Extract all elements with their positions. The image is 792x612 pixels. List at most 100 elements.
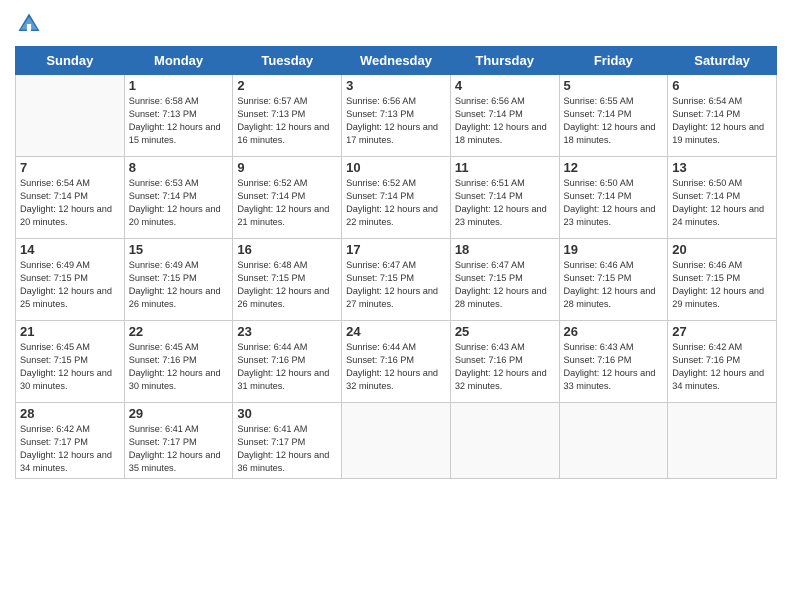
daylight-label: Daylight: 12 hours and 18 minutes.: [564, 122, 656, 145]
sunset-label: Sunset: 7:15 PM: [129, 273, 197, 283]
cell-info: Sunrise: 6:52 AM Sunset: 7:14 PM Dayligh…: [237, 177, 337, 229]
calendar-cell: 11 Sunrise: 6:51 AM Sunset: 7:14 PM Dayl…: [450, 157, 559, 239]
sunrise-label: Sunrise: 6:50 AM: [564, 178, 634, 188]
calendar-cell: 28 Sunrise: 6:42 AM Sunset: 7:17 PM Dayl…: [16, 403, 125, 479]
daylight-label: Daylight: 12 hours and 17 minutes.: [346, 122, 438, 145]
sunrise-label: Sunrise: 6:56 AM: [455, 96, 525, 106]
sunrise-label: Sunrise: 6:52 AM: [237, 178, 307, 188]
sunrise-label: Sunrise: 6:41 AM: [237, 424, 307, 434]
cell-info: Sunrise: 6:56 AM Sunset: 7:14 PM Dayligh…: [455, 95, 555, 147]
day-header-friday: Friday: [559, 47, 668, 75]
sunrise-label: Sunrise: 6:54 AM: [20, 178, 90, 188]
sunset-label: Sunset: 7:16 PM: [455, 355, 523, 365]
cell-info: Sunrise: 6:48 AM Sunset: 7:15 PM Dayligh…: [237, 259, 337, 311]
sunset-label: Sunset: 7:14 PM: [455, 109, 523, 119]
calendar-cell: 19 Sunrise: 6:46 AM Sunset: 7:15 PM Dayl…: [559, 239, 668, 321]
calendar-cell: 18 Sunrise: 6:47 AM Sunset: 7:15 PM Dayl…: [450, 239, 559, 321]
date-number: 27: [672, 324, 772, 339]
cell-info: Sunrise: 6:42 AM Sunset: 7:17 PM Dayligh…: [20, 423, 120, 475]
week-row-4: 21 Sunrise: 6:45 AM Sunset: 7:15 PM Dayl…: [16, 321, 777, 403]
sunrise-label: Sunrise: 6:44 AM: [237, 342, 307, 352]
sunset-label: Sunset: 7:15 PM: [237, 273, 305, 283]
cell-info: Sunrise: 6:41 AM Sunset: 7:17 PM Dayligh…: [129, 423, 229, 475]
date-number: 28: [20, 406, 120, 421]
calendar-cell: [16, 75, 125, 157]
daylight-label: Daylight: 12 hours and 28 minutes.: [564, 286, 656, 309]
sunset-label: Sunset: 7:14 PM: [672, 191, 740, 201]
cell-info: Sunrise: 6:43 AM Sunset: 7:16 PM Dayligh…: [564, 341, 664, 393]
sunset-label: Sunset: 7:13 PM: [129, 109, 197, 119]
sunrise-label: Sunrise: 6:56 AM: [346, 96, 416, 106]
calendar-cell: 6 Sunrise: 6:54 AM Sunset: 7:14 PM Dayli…: [668, 75, 777, 157]
sunrise-label: Sunrise: 6:57 AM: [237, 96, 307, 106]
daylight-label: Daylight: 12 hours and 24 minutes.: [672, 204, 764, 227]
sunrise-label: Sunrise: 6:52 AM: [346, 178, 416, 188]
sunrise-label: Sunrise: 6:46 AM: [564, 260, 634, 270]
date-number: 15: [129, 242, 229, 257]
cell-info: Sunrise: 6:49 AM Sunset: 7:15 PM Dayligh…: [20, 259, 120, 311]
daylight-label: Daylight: 12 hours and 30 minutes.: [129, 368, 221, 391]
daylight-label: Daylight: 12 hours and 22 minutes.: [346, 204, 438, 227]
sunset-label: Sunset: 7:14 PM: [129, 191, 197, 201]
date-number: 17: [346, 242, 446, 257]
sunrise-label: Sunrise: 6:55 AM: [564, 96, 634, 106]
daylight-label: Daylight: 12 hours and 33 minutes.: [564, 368, 656, 391]
day-header-wednesday: Wednesday: [342, 47, 451, 75]
daylight-label: Daylight: 12 hours and 15 minutes.: [129, 122, 221, 145]
sunset-label: Sunset: 7:16 PM: [237, 355, 305, 365]
calendar-cell: 17 Sunrise: 6:47 AM Sunset: 7:15 PM Dayl…: [342, 239, 451, 321]
sunrise-label: Sunrise: 6:46 AM: [672, 260, 742, 270]
sunrise-label: Sunrise: 6:47 AM: [455, 260, 525, 270]
date-number: 30: [237, 406, 337, 421]
logo: [15, 10, 47, 38]
cell-info: Sunrise: 6:44 AM Sunset: 7:16 PM Dayligh…: [346, 341, 446, 393]
sunset-label: Sunset: 7:14 PM: [455, 191, 523, 201]
sunrise-label: Sunrise: 6:50 AM: [672, 178, 742, 188]
calendar-cell: 12 Sunrise: 6:50 AM Sunset: 7:14 PM Dayl…: [559, 157, 668, 239]
date-number: 29: [129, 406, 229, 421]
daylight-label: Daylight: 12 hours and 25 minutes.: [20, 286, 112, 309]
calendar-cell: 20 Sunrise: 6:46 AM Sunset: 7:15 PM Dayl…: [668, 239, 777, 321]
calendar-cell: 8 Sunrise: 6:53 AM Sunset: 7:14 PM Dayli…: [124, 157, 233, 239]
sunrise-label: Sunrise: 6:54 AM: [672, 96, 742, 106]
day-header-saturday: Saturday: [668, 47, 777, 75]
calendar-cell: 27 Sunrise: 6:42 AM Sunset: 7:16 PM Dayl…: [668, 321, 777, 403]
date-number: 3: [346, 78, 446, 93]
sunrise-label: Sunrise: 6:58 AM: [129, 96, 199, 106]
daylight-label: Daylight: 12 hours and 19 minutes.: [672, 122, 764, 145]
daylight-label: Daylight: 12 hours and 36 minutes.: [237, 450, 329, 473]
date-number: 5: [564, 78, 664, 93]
calendar-cell: 14 Sunrise: 6:49 AM Sunset: 7:15 PM Dayl…: [16, 239, 125, 321]
date-number: 6: [672, 78, 772, 93]
daylight-label: Daylight: 12 hours and 31 minutes.: [237, 368, 329, 391]
daylight-label: Daylight: 12 hours and 26 minutes.: [129, 286, 221, 309]
week-row-1: 1 Sunrise: 6:58 AM Sunset: 7:13 PM Dayli…: [16, 75, 777, 157]
sunrise-label: Sunrise: 6:51 AM: [455, 178, 525, 188]
sunset-label: Sunset: 7:17 PM: [129, 437, 197, 447]
cell-info: Sunrise: 6:45 AM Sunset: 7:16 PM Dayligh…: [129, 341, 229, 393]
sunrise-label: Sunrise: 6:47 AM: [346, 260, 416, 270]
calendar-cell: 22 Sunrise: 6:45 AM Sunset: 7:16 PM Dayl…: [124, 321, 233, 403]
cell-info: Sunrise: 6:47 AM Sunset: 7:15 PM Dayligh…: [346, 259, 446, 311]
cell-info: Sunrise: 6:43 AM Sunset: 7:16 PM Dayligh…: [455, 341, 555, 393]
calendar-cell: 25 Sunrise: 6:43 AM Sunset: 7:16 PM Dayl…: [450, 321, 559, 403]
calendar-cell: [342, 403, 451, 479]
cell-info: Sunrise: 6:46 AM Sunset: 7:15 PM Dayligh…: [564, 259, 664, 311]
page-header: [15, 10, 777, 38]
date-number: 21: [20, 324, 120, 339]
cell-info: Sunrise: 6:53 AM Sunset: 7:14 PM Dayligh…: [129, 177, 229, 229]
date-number: 16: [237, 242, 337, 257]
sunset-label: Sunset: 7:16 PM: [129, 355, 197, 365]
calendar-cell: 15 Sunrise: 6:49 AM Sunset: 7:15 PM Dayl…: [124, 239, 233, 321]
calendar-cell: [668, 403, 777, 479]
cell-info: Sunrise: 6:54 AM Sunset: 7:14 PM Dayligh…: [672, 95, 772, 147]
calendar-cell: 26 Sunrise: 6:43 AM Sunset: 7:16 PM Dayl…: [559, 321, 668, 403]
sunset-label: Sunset: 7:13 PM: [346, 109, 414, 119]
date-number: 2: [237, 78, 337, 93]
calendar-cell: 7 Sunrise: 6:54 AM Sunset: 7:14 PM Dayli…: [16, 157, 125, 239]
sunset-label: Sunset: 7:15 PM: [20, 355, 88, 365]
daylight-label: Daylight: 12 hours and 21 minutes.: [237, 204, 329, 227]
calendar-cell: 16 Sunrise: 6:48 AM Sunset: 7:15 PM Dayl…: [233, 239, 342, 321]
date-number: 20: [672, 242, 772, 257]
cell-info: Sunrise: 6:52 AM Sunset: 7:14 PM Dayligh…: [346, 177, 446, 229]
